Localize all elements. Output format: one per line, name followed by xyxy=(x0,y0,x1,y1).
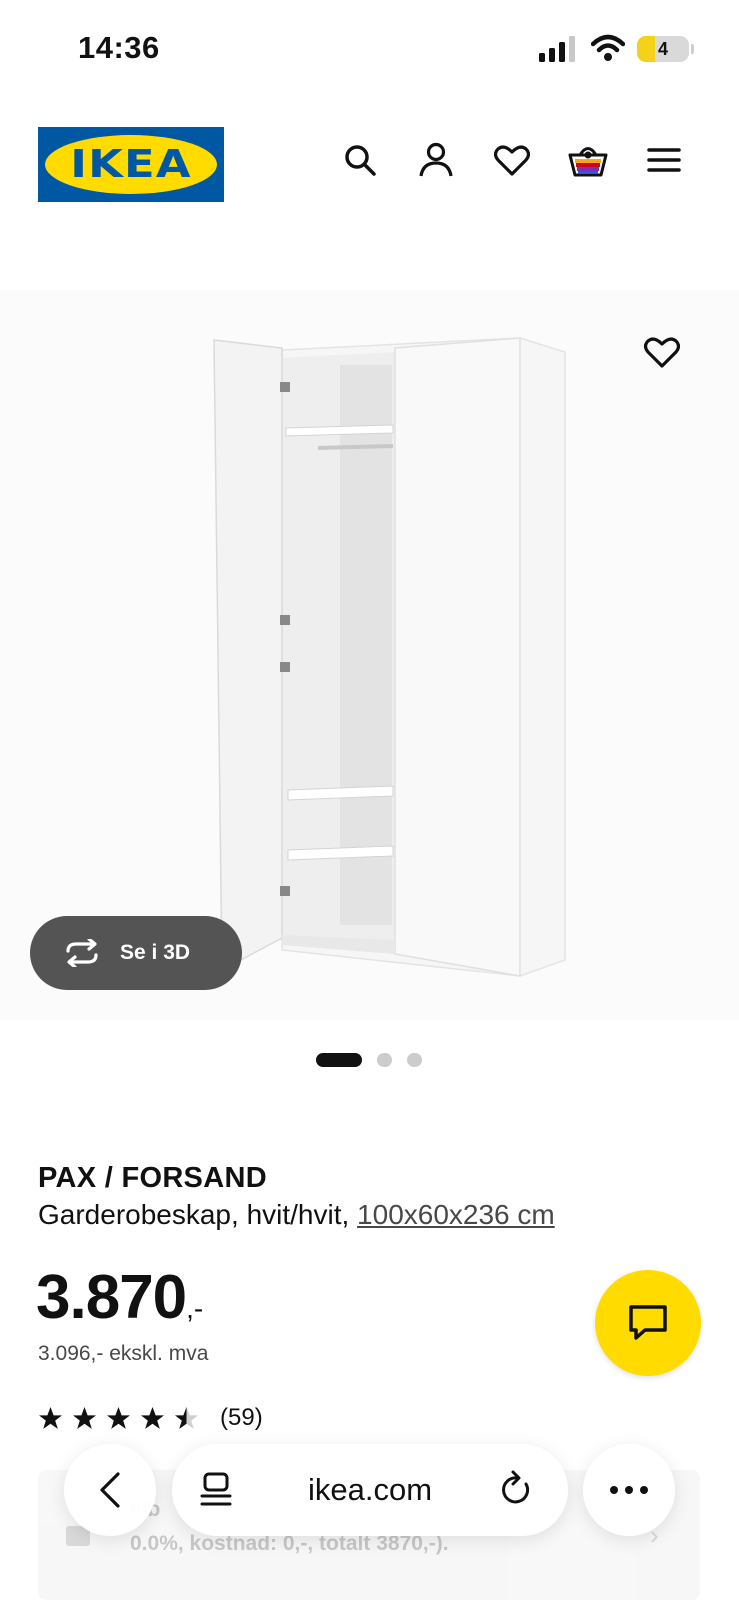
carousel-dot[interactable] xyxy=(377,1053,392,1067)
product-price: 3.870,- xyxy=(36,1262,203,1333)
star-half-icon xyxy=(175,1406,198,1429)
back-button[interactable] xyxy=(64,1444,156,1536)
image-carousel-indicator xyxy=(0,1053,739,1067)
carousel-dot-active[interactable] xyxy=(316,1053,362,1067)
wardrobe-image[interactable] xyxy=(0,290,739,1020)
logo-text: IKEA xyxy=(70,142,192,186)
site-header: IKEA xyxy=(0,118,739,214)
menu-button[interactable] xyxy=(642,138,686,182)
price-value: 3.870 xyxy=(36,1263,187,1332)
add-to-favourites-button[interactable] xyxy=(630,320,694,384)
chat-button[interactable] xyxy=(595,1270,701,1376)
product-name: PAX / FORSAND xyxy=(38,1162,267,1194)
product-description: Garderobeskap, hvit/hvit, 100x60x236 cm xyxy=(38,1199,555,1231)
chevron-left-icon xyxy=(100,1472,120,1508)
url-text: ikea.com xyxy=(307,1472,433,1507)
tabs-icon xyxy=(200,1472,232,1506)
star-icon xyxy=(39,1406,62,1429)
star-icon xyxy=(141,1406,164,1429)
price-ex-vat: 3.096,- ekskl. mva xyxy=(38,1342,209,1365)
status-bar: 14:36 4 xyxy=(0,0,739,100)
product-gallery[interactable]: Se i 3D xyxy=(0,290,739,1020)
wifi-icon xyxy=(591,34,625,61)
star-icon xyxy=(107,1406,130,1429)
search-button[interactable] xyxy=(338,138,382,182)
user-icon xyxy=(419,142,453,177)
signal-icon xyxy=(539,36,575,62)
basket-button[interactable] xyxy=(566,138,610,182)
star-icon xyxy=(73,1406,96,1429)
favourites-button[interactable] xyxy=(490,138,534,182)
rating-count: (59) xyxy=(220,1404,263,1431)
menu-icon xyxy=(647,148,681,172)
carousel-dot[interactable] xyxy=(407,1053,422,1067)
heart-icon xyxy=(494,145,530,176)
search-icon xyxy=(345,145,376,176)
product-description-text: Garderobeskap, hvit/hvit, xyxy=(38,1199,358,1230)
more-icon xyxy=(610,1486,648,1494)
heart-icon xyxy=(644,337,680,368)
view-in-3d-label: Se i 3D xyxy=(120,941,191,964)
product-rating[interactable]: (59) xyxy=(38,1404,263,1432)
status-time: 14:36 xyxy=(78,30,160,65)
view-in-3d-button[interactable]: Se i 3D xyxy=(30,916,242,990)
product-dimensions-link[interactable]: 100x60x236 cm xyxy=(357,1199,555,1230)
battery-level: 4 xyxy=(657,39,668,59)
battery-cap xyxy=(691,44,694,54)
more-options-button[interactable] xyxy=(583,1444,675,1536)
address-bar[interactable]: ikea.com xyxy=(172,1444,568,1536)
basket-icon xyxy=(568,147,608,177)
account-button[interactable] xyxy=(414,138,458,182)
browser-toolbar: ikea.com xyxy=(0,1440,739,1550)
ikea-logo[interactable]: IKEA xyxy=(38,127,224,202)
battery-icon: 4 xyxy=(637,36,689,62)
rotate-3d-icon xyxy=(66,939,98,967)
reload-icon[interactable] xyxy=(500,1470,534,1508)
price-suffix: ,- xyxy=(186,1293,204,1324)
chat-icon xyxy=(629,1305,667,1340)
